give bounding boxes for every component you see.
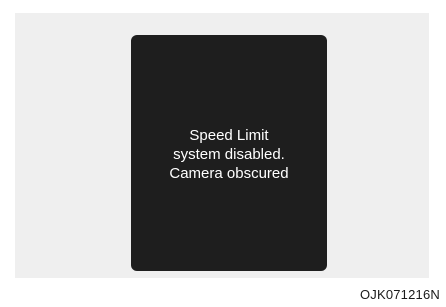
figure-panel: Speed Limit system disabled. Camera obsc… (15, 13, 429, 278)
warning-message-line-3: Camera obscured (169, 165, 289, 182)
cluster-display-screen: Speed Limit system disabled. Camera obsc… (131, 35, 327, 271)
warning-message: Speed Limit system disabled. Camera obsc… (169, 126, 288, 183)
warning-message-line-2: system disabled. (173, 146, 285, 163)
warning-message-line-1: Speed Limit (189, 127, 269, 144)
figure-code: OJK071216N (359, 287, 440, 302)
